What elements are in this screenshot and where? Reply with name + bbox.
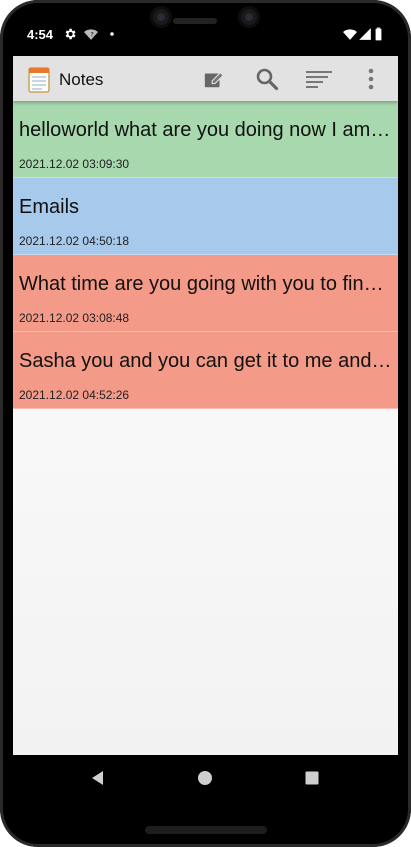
note-title: What time are you going with you to find… [19,273,392,295]
battery-icon [375,27,382,41]
app-logo-icon [28,67,50,93]
note-date: 2021.12.02 04:50:18 [19,234,130,248]
back-icon [92,771,103,785]
edit-icon [204,71,224,88]
more-vert-icon [368,68,374,90]
device-frame: 4:54 ? Notes helloworld what are you doi… [0,0,411,847]
more-options-button[interactable] [357,64,385,94]
note-title: Emails [19,196,80,218]
recents-button[interactable] [301,767,323,789]
status-bar: 4:54 ? [13,18,398,56]
app-title: Notes [59,70,104,89]
notification-dot-icon [110,32,114,36]
recents-icon [305,771,319,785]
sort-button[interactable] [304,64,334,94]
wifi-icon [343,29,357,40]
cell-signal-icon [359,28,371,40]
search-icon [256,68,279,91]
back-button[interactable] [87,767,109,789]
app-screen: Notes helloworld what are you doing now … [13,56,398,755]
app-bar: Notes [13,56,398,101]
note-item[interactable]: What time are you going with you to find… [13,255,398,332]
note-title: helloworld what are you doing now I am g… [19,119,392,141]
svg-text:?: ? [90,30,93,38]
status-time: 4:54 [27,27,54,42]
bottom-speaker [145,826,267,834]
note-date: 2021.12.02 04:52:26 [19,388,130,402]
search-button[interactable] [252,64,282,94]
note-date: 2021.12.02 03:09:30 [19,157,130,171]
new-note-button[interactable] [199,64,229,94]
note-item[interactable]: helloworld what are you doing now I am g… [13,101,398,178]
note-item[interactable]: Emails 2021.12.02 04:50:18 [13,178,398,255]
sort-icon [306,71,332,88]
wifi-question-icon: ? [84,29,98,40]
note-title: Sasha you and you can get it to me and I… [19,350,392,372]
system-nav-bar [13,755,398,800]
settings-icon [65,28,76,40]
note-item[interactable]: Sasha you and you can get it to me and I… [13,332,398,409]
home-button[interactable] [194,767,216,789]
note-date: 2021.12.02 03:08:48 [19,311,130,325]
home-icon [198,771,212,785]
